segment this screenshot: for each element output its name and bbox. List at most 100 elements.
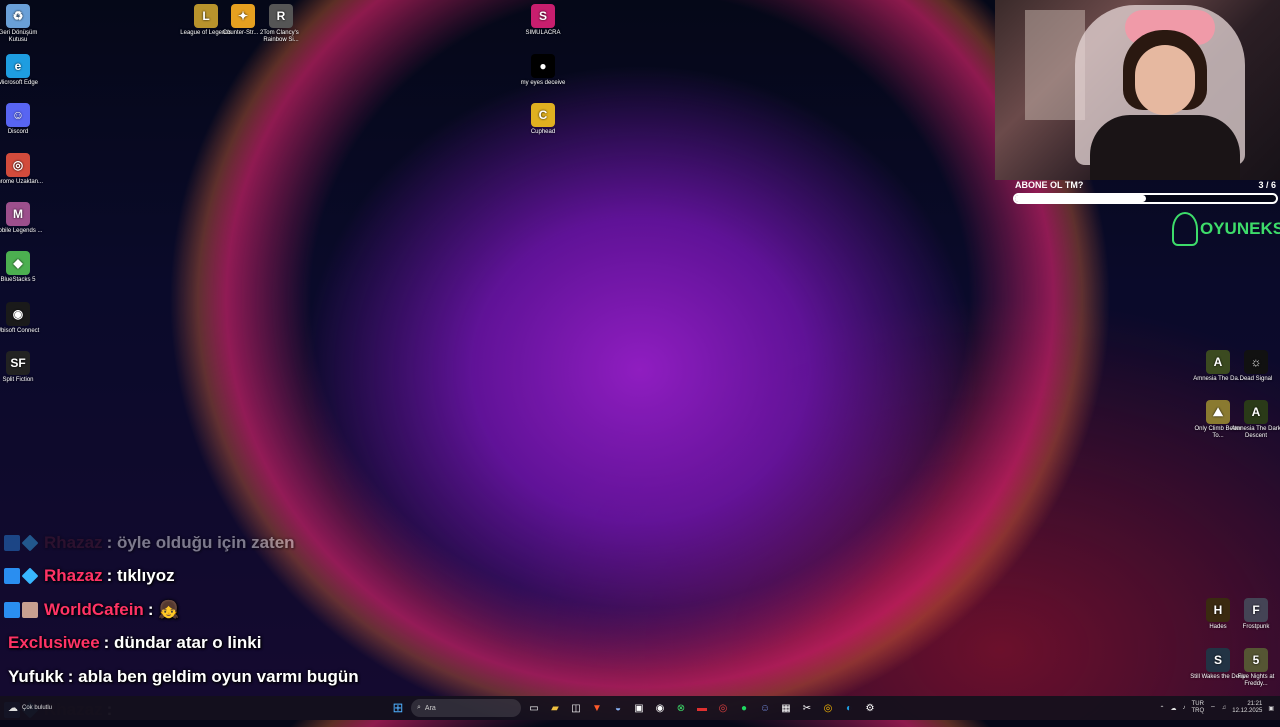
chevron-up-icon[interactable]: ⌃ <box>1159 705 1164 712</box>
chat-username: WorldCafein <box>44 600 144 620</box>
wifi-icon[interactable]: ⌔ <box>1210 704 1216 712</box>
taskbar: ☁ Çok bulutlu ⊞ ⌕ Ara ▭ ▰ ◫ ▼ ◒ ▣ ◉ ⊗ ▬ … <box>0 696 1280 720</box>
simulacra-icon: S <box>531 4 555 28</box>
ubisoft-icon: ◉ <box>6 302 30 326</box>
app-red-icon[interactable]: ▬ <box>694 700 710 716</box>
volume-icon[interactable]: ♫ <box>1222 705 1227 711</box>
chat-username: Rhazaz <box>44 566 103 586</box>
brand-mark-icon <box>1172 212 1198 246</box>
clock-time: 21:21 <box>1232 701 1262 708</box>
desktop-icon-label: Microsoft Edge <box>0 80 47 87</box>
split-fiction-icon: SF <box>6 351 30 375</box>
chat-text: : öyle olduğu için zaten <box>107 533 295 553</box>
desktop-icon-rainbow-six[interactable]: RTom Clancy's Rainbow Si... <box>252 4 310 44</box>
search-placeholder: Ara <box>425 705 436 712</box>
desktop-icon-bluestacks[interactable]: ◆ BlueStacks 5 <box>0 251 47 284</box>
chat-text: : dündar atar o linki <box>104 633 262 653</box>
chat-text: : abla ben geldim oyun varmı bugün <box>68 667 359 687</box>
desktop-icon-edge[interactable]: e Microsoft Edge <box>0 54 47 87</box>
weather-widget[interactable]: ☁ Çok bulutlu <box>8 696 52 720</box>
terminal-icon[interactable]: ▣ <box>631 700 647 716</box>
chat-username: Exclusiwee <box>8 633 100 653</box>
amnesia-descent-icon: A <box>1244 400 1268 424</box>
desktop-icon-label: Chrome Uzaktan... <box>0 179 47 186</box>
chat-message: WorldCafein: 👧 <box>4 593 424 627</box>
desktop-icon-label: Cuphead <box>514 129 572 136</box>
network-icon[interactable]: ☁ <box>1170 705 1176 712</box>
chrome-icon[interactable]: ◎ <box>715 700 731 716</box>
mic-icon[interactable]: ♪ <box>1182 705 1185 711</box>
weather-text: Çok bulutlu <box>22 705 52 711</box>
dead-signal-icon: ☼ <box>1244 350 1268 374</box>
system-tray: ⌃ ☁ ♪ TUR TRQ ⌔ ♫ 21:21 12.12.2025 ▣ <box>1159 696 1274 720</box>
xbox-icon[interactable]: ⊗ <box>673 700 689 716</box>
desktop-icon-my-eyes-deceive[interactable]: ●my eyes deceive <box>514 54 572 87</box>
clock[interactable]: 21:21 12.12.2025 <box>1232 701 1262 715</box>
my-eyes-deceive-icon: ● <box>531 54 555 78</box>
chat-message: Rhazaz: tıklıyoz <box>4 560 424 594</box>
desktop-icon-label: Frostpunk <box>1227 624 1280 631</box>
edge-taskbar-icon[interactable]: ◐ <box>841 700 857 716</box>
prime-badge-icon <box>4 602 20 618</box>
desktop-icon-label: Tom Clancy's Rainbow Si... <box>252 30 310 44</box>
obs-icon[interactable]: ◉ <box>652 700 668 716</box>
store-icon[interactable]: ◫ <box>568 700 584 716</box>
desktop-icon-simulacra[interactable]: S SIMULACRA <box>514 4 572 37</box>
notification-icon[interactable]: ▣ <box>1268 705 1274 712</box>
subscriber-goal: ABONE OL TM? 3 / 6 <box>1013 178 1278 204</box>
desktop-icon-cuphead[interactable]: C Cuphead <box>514 103 572 136</box>
capcut-icon[interactable]: ✂ <box>799 700 815 716</box>
desktop-icon-label: Geri Dönüşüm Kutusu <box>0 30 47 44</box>
discord-icon: ☺ <box>6 103 30 127</box>
webcam-overlay <box>995 0 1280 180</box>
goal-title: ABONE OL TM? <box>1015 180 1083 190</box>
chrome-alt-icon[interactable]: ◎ <box>820 700 836 716</box>
edge-icon: e <box>6 54 30 78</box>
desktop-icon-amnesia-descent[interactable]: A Amnesia The Dark Descent <box>1227 400 1280 440</box>
lang-top: TUR <box>1191 701 1204 708</box>
fnaf-icon: 5 <box>1244 648 1268 672</box>
taskbar-center: ⊞ ⌕ Ara ▭ ▰ ◫ ▼ ◒ ▣ ◉ ⊗ ▬ ◎ ● ☺ ▦ ✂ ◎ ◐ … <box>390 696 878 720</box>
desktop-icon-label: Amnesia The Dark Descent <box>1227 426 1280 440</box>
app-gray-icon[interactable]: ▦ <box>778 700 794 716</box>
desktop-icon-fnaf[interactable]: 5 Five Nights at Freddy... <box>1227 648 1280 688</box>
desktop-icon-ubisoft[interactable]: ◉Ubisoft Connect <box>0 302 47 335</box>
prime-badge-icon <box>4 535 20 551</box>
desktop-icon-chrome-remote[interactable]: ◎Chrome Uzaktan... <box>0 153 47 186</box>
webcam-face <box>1135 45 1195 115</box>
steam-icon[interactable]: ◒ <box>610 700 626 716</box>
file-explorer-icon[interactable]: ▰ <box>547 700 563 716</box>
mobile-legends-icon: M <box>6 202 30 226</box>
clock-date: 12.12.2025 <box>1232 708 1262 715</box>
chat-username: Yufukk <box>8 667 64 687</box>
task-view-icon[interactable]: ▭ <box>526 700 542 716</box>
brand-logo: OYUNEKS <box>1172 212 1280 246</box>
cube-badge-icon <box>22 568 39 585</box>
search-box[interactable]: ⌕ Ara <box>411 699 521 717</box>
desktop-icon-recycle-bin[interactable]: ♻ Geri Dönüşüm Kutusu <box>0 4 47 44</box>
desktop-icon-frostpunk[interactable]: F Frostpunk <box>1227 598 1280 631</box>
desktop-icon-label: BlueStacks 5 <box>0 277 47 284</box>
bluestacks-icon: ◆ <box>6 251 30 275</box>
language-indicator[interactable]: TUR TRQ <box>1191 701 1204 715</box>
cuphead-icon: C <box>531 103 555 127</box>
desktop-icon-dead-signal[interactable]: ☼Dead Signal <box>1227 350 1280 383</box>
desktop-icon-split-fiction[interactable]: SFSplit Fiction <box>0 351 47 384</box>
avatar-badge-icon <box>22 602 38 618</box>
settings-icon[interactable]: ⚙ <box>862 700 878 716</box>
chat-text: : tıklıyoz <box>107 566 175 586</box>
desktop-icon-mobile-legends[interactable]: MMobile Legends ... <box>0 202 47 235</box>
recycle-bin-icon: ♻ <box>6 4 30 28</box>
frostpunk-icon: F <box>1244 598 1268 622</box>
desktop-icon-label: Discord <box>0 129 47 136</box>
desktop-icon-label: Five Nights at Freddy... <box>1227 674 1280 688</box>
brand-name: OYUNEKS <box>1200 219 1280 239</box>
chat-message: Exclusiwee: dündar atar o linki <box>4 627 424 661</box>
desktop-icon-discord[interactable]: ☺ Discord <box>0 103 47 136</box>
brave-icon[interactable]: ▼ <box>589 700 605 716</box>
spotify-icon[interactable]: ● <box>736 700 752 716</box>
discord-taskbar-icon[interactable]: ☺ <box>757 700 773 716</box>
desktop-icon-label: SIMULACRA <box>514 30 572 37</box>
chat-message: Yufukk: abla ben geldim oyun varmı bugün <box>4 660 424 694</box>
start-button[interactable]: ⊞ <box>390 700 406 716</box>
